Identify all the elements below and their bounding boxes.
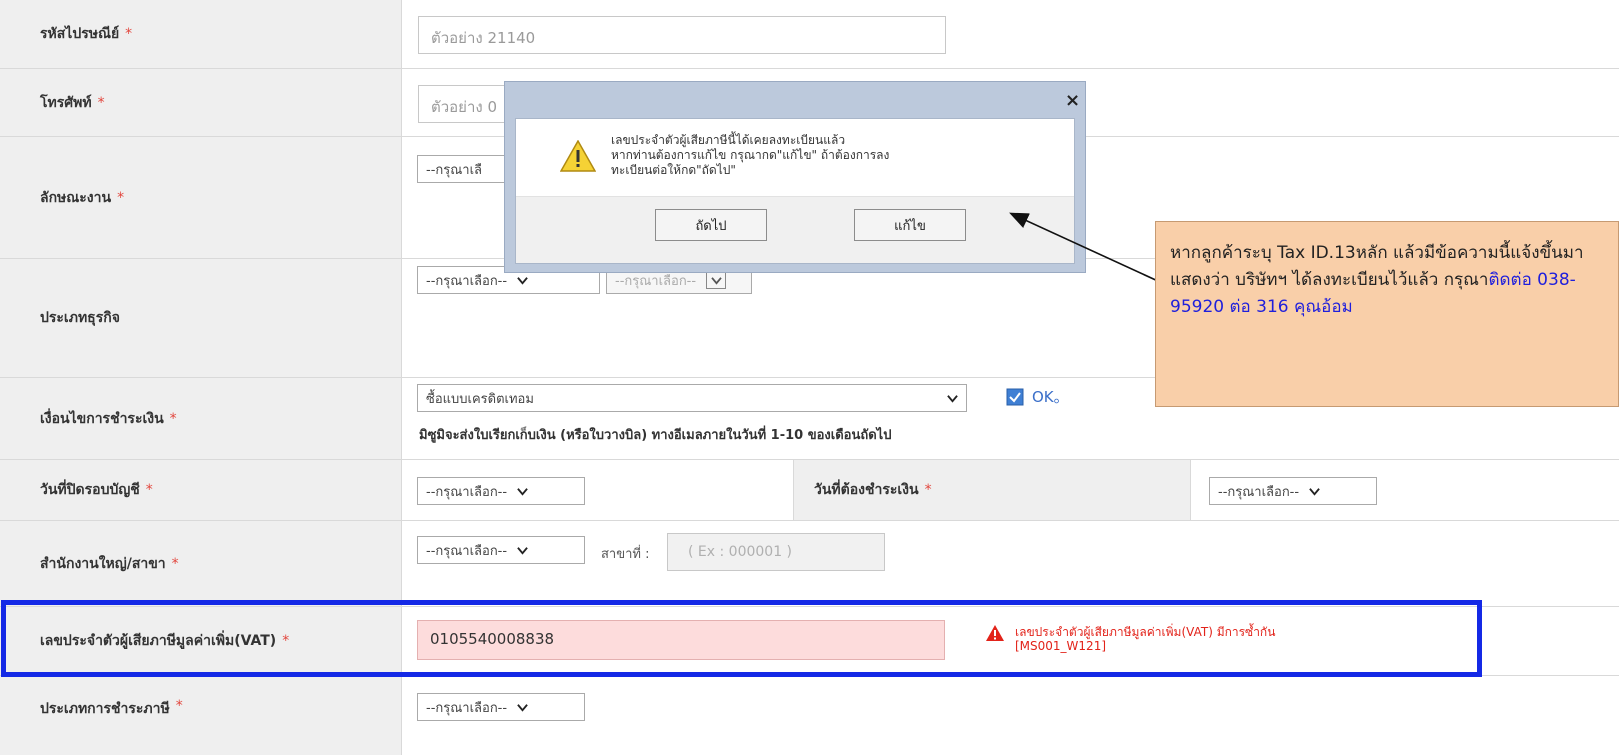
annotation-callout: หากลูกค้าระบุ Tax ID.13หลัก แล้วมีข้อควา… (1155, 221, 1619, 407)
